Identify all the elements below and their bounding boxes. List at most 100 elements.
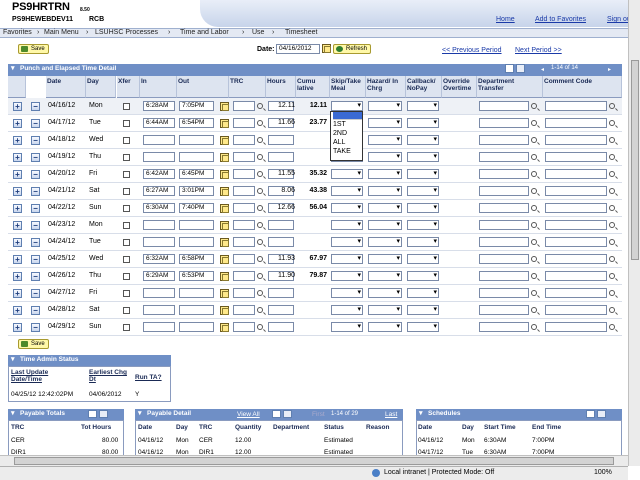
- skip-take-meal-select[interactable]: [331, 322, 363, 332]
- trc-lookup-icon[interactable]: [257, 120, 263, 126]
- xfer-checkbox[interactable]: [123, 239, 130, 246]
- out-time-input[interactable]: 6:53PM: [179, 271, 214, 281]
- punch-detail-icon[interactable]: [220, 187, 229, 196]
- run-ta-header[interactable]: Run TA?: [135, 374, 162, 381]
- comment-lookup-icon[interactable]: [609, 222, 615, 228]
- department-lookup-icon[interactable]: [531, 205, 537, 211]
- trc-input[interactable]: [233, 118, 255, 128]
- punch-detail-icon[interactable]: [220, 119, 229, 128]
- add-row-icon[interactable]: +: [13, 170, 22, 179]
- comment-code-input[interactable]: [545, 118, 607, 128]
- hours-input[interactable]: [268, 322, 294, 332]
- trc-input[interactable]: [233, 322, 255, 332]
- department-lookup-icon[interactable]: [531, 222, 537, 228]
- punch-detail-icon[interactable]: [220, 153, 229, 162]
- comment-code-input[interactable]: [545, 305, 607, 315]
- trc-lookup-icon[interactable]: [257, 188, 263, 194]
- add-row-icon[interactable]: +: [13, 119, 22, 128]
- skip-take-meal-select[interactable]: [331, 186, 363, 196]
- hazard-select[interactable]: [368, 101, 402, 111]
- department-transfer-input[interactable]: [479, 118, 529, 128]
- trc-input[interactable]: [233, 288, 255, 298]
- callback-select[interactable]: [407, 203, 439, 213]
- breadcrumb-use[interactable]: Use: [252, 29, 264, 36]
- hazard-select[interactable]: [368, 152, 402, 162]
- add-row-icon[interactable]: +: [13, 238, 22, 247]
- skip-take-meal-select[interactable]: [331, 271, 363, 281]
- comment-code-input[interactable]: [545, 288, 607, 298]
- delete-row-icon[interactable]: −: [31, 187, 40, 196]
- xfer-checkbox[interactable]: [123, 120, 130, 127]
- hours-input[interactable]: [268, 305, 294, 315]
- comment-lookup-icon[interactable]: [609, 171, 615, 177]
- meal-option-2nd[interactable]: 2ND: [333, 129, 362, 138]
- add-row-icon[interactable]: +: [13, 153, 22, 162]
- delete-row-icon[interactable]: −: [31, 170, 40, 179]
- comment-lookup-icon[interactable]: [609, 154, 615, 160]
- comment-code-input[interactable]: [545, 237, 607, 247]
- breadcrumb-favorites[interactable]: Favorites: [3, 29, 32, 36]
- trc-lookup-icon[interactable]: [257, 273, 263, 279]
- schedules-grid-icon[interactable]: [597, 410, 606, 418]
- breadcrumb-timesheet[interactable]: Timesheet: [285, 29, 317, 36]
- comment-code-input[interactable]: [545, 203, 607, 213]
- punch-detail-icon[interactable]: [220, 102, 229, 111]
- callback-select[interactable]: [407, 152, 439, 162]
- trc-lookup-icon[interactable]: [257, 239, 263, 245]
- home-link[interactable]: Home: [496, 16, 515, 23]
- in-time-input[interactable]: [143, 322, 175, 332]
- department-transfer-input[interactable]: [479, 237, 529, 247]
- hazard-select[interactable]: [368, 305, 402, 315]
- comment-code-input[interactable]: [545, 254, 607, 264]
- trc-lookup-icon[interactable]: [257, 171, 263, 177]
- last-update-header[interactable]: Last Update Date/Time: [11, 369, 73, 383]
- out-time-input[interactable]: 6:45PM: [179, 169, 214, 179]
- hours-input[interactable]: [268, 288, 294, 298]
- trc-lookup-icon[interactable]: [257, 307, 263, 313]
- skip-take-meal-select[interactable]: [331, 254, 363, 264]
- in-time-input[interactable]: [143, 220, 175, 230]
- add-row-icon[interactable]: +: [13, 102, 22, 111]
- refresh-button[interactable]: Refresh: [333, 44, 372, 54]
- next-period-link[interactable]: Next Period >>: [515, 47, 562, 54]
- in-time-input[interactable]: [143, 288, 175, 298]
- out-time-input[interactable]: 6:58PM: [179, 254, 214, 264]
- trc-input[interactable]: [233, 220, 255, 230]
- find-icon[interactable]: [505, 64, 514, 73]
- out-time-input[interactable]: 7:05PM: [179, 101, 214, 111]
- delete-row-icon[interactable]: −: [31, 272, 40, 281]
- schedules-find-icon[interactable]: [586, 410, 595, 418]
- meal-option-1st[interactable]: 1ST: [333, 120, 362, 129]
- punch-detail-icon[interactable]: [220, 136, 229, 145]
- horizontal-scroll-thumb[interactable]: [14, 457, 614, 465]
- zoom-level[interactable]: 100%: [594, 469, 612, 476]
- view-all-link[interactable]: View All: [237, 411, 260, 418]
- punch-detail-icon[interactable]: [220, 289, 229, 298]
- hazard-select[interactable]: [368, 237, 402, 247]
- hours-input[interactable]: [268, 135, 294, 145]
- hazard-select[interactable]: [368, 169, 402, 179]
- comment-code-input[interactable]: [545, 220, 607, 230]
- in-time-input[interactable]: 6:32AM: [143, 254, 175, 264]
- trc-lookup-icon[interactable]: [257, 290, 263, 296]
- trc-input[interactable]: [233, 152, 255, 162]
- xfer-checkbox[interactable]: [123, 307, 130, 314]
- callback-select[interactable]: [407, 169, 439, 179]
- callback-select[interactable]: [407, 186, 439, 196]
- meal-option-take[interactable]: TAKE: [333, 147, 362, 156]
- add-row-icon[interactable]: +: [13, 289, 22, 298]
- detail-find-icon[interactable]: [272, 410, 281, 418]
- hazard-select[interactable]: [368, 203, 402, 213]
- calendar-icon[interactable]: [322, 44, 331, 53]
- comment-lookup-icon[interactable]: [609, 324, 615, 330]
- earliest-chg-header[interactable]: Earliest Chg Dt: [89, 369, 133, 383]
- xfer-checkbox[interactable]: [123, 103, 130, 110]
- hazard-select[interactable]: [368, 118, 402, 128]
- department-lookup-icon[interactable]: [531, 290, 537, 296]
- department-transfer-input[interactable]: [479, 169, 529, 179]
- department-lookup-icon[interactable]: [531, 137, 537, 143]
- delete-row-icon[interactable]: −: [31, 102, 40, 111]
- in-time-input[interactable]: 6:29AM: [143, 271, 175, 281]
- add-row-icon[interactable]: +: [13, 187, 22, 196]
- totals-find-icon[interactable]: [88, 410, 97, 418]
